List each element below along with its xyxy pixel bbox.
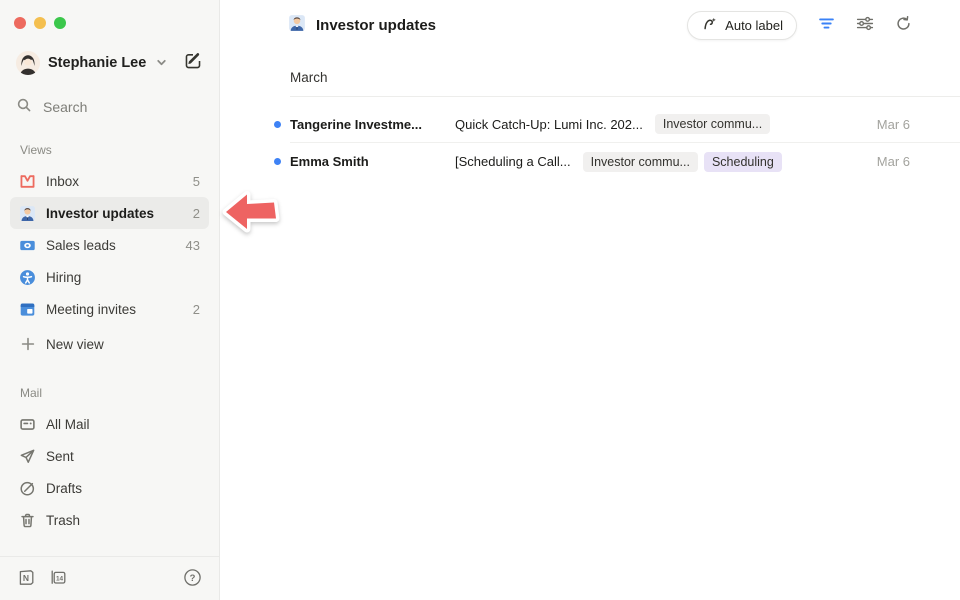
email-row-emma-smith[interactable]: Emma Smith [Scheduling a Call... Investo…: [290, 143, 960, 180]
office-worker-emoji-icon: [19, 205, 36, 222]
sidebar-item-investor-updates[interactable]: Investor updates 2: [10, 197, 209, 229]
notion-app-button[interactable]: N: [17, 568, 36, 590]
view-title-wrap: Investor updates: [288, 14, 687, 37]
unread-count-badge: 43: [186, 238, 200, 253]
sidebar-item-label: Hiring: [46, 270, 190, 285]
views-nav: Inbox 5 Investor updates 2: [0, 165, 219, 360]
sidebar-item-drafts[interactable]: Drafts: [10, 472, 209, 504]
paper-plane-icon: [19, 448, 36, 465]
sidebar-item-inbox[interactable]: Inbox 5: [10, 165, 209, 197]
email-date: Mar 6: [877, 154, 910, 169]
unread-count-badge: 5: [193, 174, 200, 189]
calendar-app-button[interactable]: 14: [49, 568, 68, 590]
sliders-icon: [856, 16, 874, 34]
mail-app-window: Stephanie Lee Search Views: [0, 0, 960, 600]
plus-icon: [19, 336, 36, 353]
avatar: [16, 51, 40, 75]
auto-label-button[interactable]: Auto label: [687, 11, 797, 40]
person-circle-icon: [19, 269, 36, 286]
email-subject: [Scheduling a Call...: [455, 154, 571, 169]
banknote-icon: [19, 237, 36, 254]
sidebar-item-trash[interactable]: Trash: [10, 504, 209, 536]
sidebar: Stephanie Lee Search Views: [0, 0, 220, 600]
search-icon: [16, 97, 32, 116]
new-view-label: New view: [46, 337, 200, 352]
calendar-app-icon: 14: [49, 568, 68, 590]
svg-text:14: 14: [56, 575, 64, 582]
account-switcher[interactable]: Stephanie Lee: [16, 51, 181, 75]
help-button[interactable]: ?: [183, 568, 202, 590]
sidebar-item-sent[interactable]: Sent: [10, 440, 209, 472]
svg-text:N: N: [23, 573, 29, 583]
close-window-button[interactable]: [14, 17, 26, 29]
email-list: March Tangerine Investme... Quick Catch-…: [290, 50, 960, 180]
label-tag[interactable]: Investor commu...: [583, 152, 698, 172]
sidebar-item-sales-leads[interactable]: Sales leads 43: [10, 229, 209, 261]
email-rows: Tangerine Investme... Quick Catch-Up: Lu…: [290, 97, 960, 180]
views-section-label: Views: [0, 143, 219, 157]
notion-logo-icon: N: [17, 568, 36, 590]
email-date: Mar 6: [877, 117, 910, 132]
filter-icon: [818, 16, 835, 34]
email-tags: Investor commu...: [655, 114, 770, 134]
label-tag-scheduling[interactable]: Scheduling: [704, 152, 782, 172]
sidebar-item-all-mail[interactable]: All Mail: [10, 408, 209, 440]
mail-nav: All Mail Sent Drafts: [0, 408, 219, 536]
sidebar-item-label: Trash: [46, 513, 200, 528]
maximize-window-button[interactable]: [54, 17, 66, 29]
label-tag[interactable]: Investor commu...: [655, 114, 770, 134]
unread-count-badge: 2: [193, 206, 200, 221]
chevron-down-icon: [156, 57, 167, 68]
minimize-window-button[interactable]: [34, 17, 46, 29]
sidebar-item-label: Sales leads: [46, 238, 176, 253]
auto-label-sparkle-icon: [701, 15, 718, 35]
compose-button[interactable]: [181, 49, 205, 76]
sidebar-item-hiring[interactable]: Hiring: [10, 261, 209, 293]
inbox-tray-icon: [19, 173, 36, 190]
sidebar-item-meeting-invites[interactable]: Meeting invites 2: [10, 293, 209, 325]
refresh-button[interactable]: [895, 15, 912, 35]
profile-name: Stephanie Lee: [48, 55, 146, 71]
email-subject: Quick Catch-Up: Lumi Inc. 202...: [455, 117, 643, 132]
search-button[interactable]: Search: [0, 90, 219, 123]
refresh-icon: [895, 15, 912, 35]
email-tags: Investor commu... Scheduling: [583, 152, 782, 172]
sidebar-item-label: Investor updates: [46, 206, 183, 221]
sidebar-item-label: Meeting invites: [46, 302, 183, 317]
window-controls: [0, 0, 219, 29]
display-settings-button[interactable]: [856, 16, 874, 34]
trash-icon: [19, 512, 36, 529]
calendar-icon: [19, 301, 36, 318]
sidebar-item-label: Inbox: [46, 174, 183, 189]
unread-dot: [274, 158, 281, 165]
filter-button[interactable]: [818, 16, 835, 34]
office-worker-emoji-icon: [288, 14, 306, 37]
search-label: Search: [43, 99, 87, 115]
page-title: Investor updates: [316, 17, 436, 34]
header-actions: Auto label: [687, 11, 912, 40]
profile-row: Stephanie Lee: [0, 49, 219, 76]
email-sender: Emma Smith: [290, 154, 443, 169]
sidebar-item-label: All Mail: [46, 417, 200, 432]
mail-section-label: Mail: [0, 386, 219, 400]
auto-label-button-label: Auto label: [725, 18, 783, 33]
view-header: Investor updates Auto label: [220, 0, 960, 50]
date-group-label: March: [290, 50, 960, 96]
sidebar-item-label: Sent: [46, 449, 200, 464]
new-view-button[interactable]: New view: [10, 328, 209, 360]
unread-count-badge: 2: [193, 302, 200, 317]
all-mail-icon: [19, 416, 36, 433]
main-content: Investor updates Auto label: [220, 0, 960, 600]
sidebar-footer: N 14 ?: [0, 556, 219, 600]
email-row-tangerine[interactable]: Tangerine Investme... Quick Catch-Up: Lu…: [290, 106, 960, 143]
email-sender: Tangerine Investme...: [290, 117, 443, 132]
compose-icon: [183, 51, 203, 74]
help-icon: ?: [183, 568, 202, 590]
svg-text:?: ?: [190, 572, 196, 583]
sidebar-item-label: Drafts: [46, 481, 200, 496]
unread-dot: [274, 121, 281, 128]
pencil-circle-icon: [19, 480, 36, 497]
